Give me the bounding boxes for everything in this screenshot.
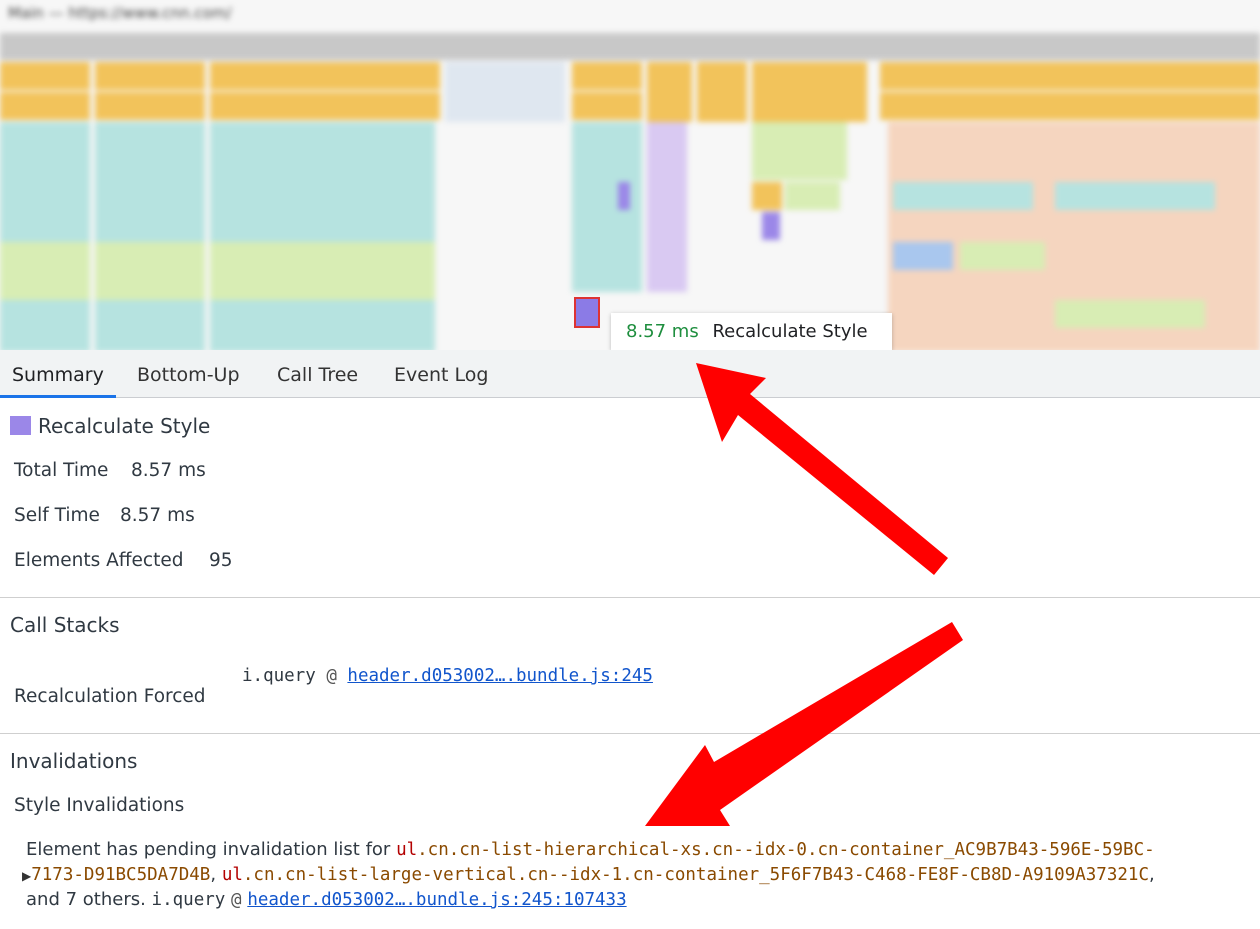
selector-2-classes: .cn.cn-list-large-vertical.cn--idx-1.cn-… (242, 865, 1149, 885)
invalidation-line-2: ▶7173-D91BC5DA7D4B, ul.cn.cn-list-large-… (22, 864, 1155, 885)
flame-block (572, 62, 642, 90)
recalculation-forced-label: Recalculation Forced (14, 686, 206, 707)
self-time-value: 8.57 ms (120, 505, 195, 526)
invalidation-line-3: and 7 others. i.query @ header.d053002….… (26, 889, 627, 910)
call-stacks-heading: Call Stacks (10, 613, 120, 637)
invalidation-function: i.query (151, 890, 226, 910)
tooltip-event-name: Recalculate Style (712, 321, 868, 342)
invalidation-at: @ (231, 890, 242, 910)
flame-block (893, 242, 953, 270)
flame-block (1055, 182, 1215, 210)
tab-summary[interactable]: Summary (0, 350, 116, 398)
tab-call-tree[interactable]: Call Tree (277, 350, 358, 398)
invalidations-heading: Invalidations (10, 749, 138, 773)
divider (0, 733, 1260, 734)
selected-recalculate-style-block[interactable] (574, 297, 600, 328)
divider (0, 597, 1260, 598)
elements-affected-label: Elements Affected (14, 550, 184, 571)
flame-block (210, 242, 435, 300)
thread-title: Main — https://www.cnn.com/ (8, 4, 232, 22)
flame-block (752, 182, 782, 210)
flame-block (752, 122, 847, 180)
tab-event-log[interactable]: Event Log (394, 350, 488, 398)
selector-1-classes-cont: 7173-D91BC5DA7D4B (31, 865, 211, 885)
call-stack-source-link[interactable]: header.d053002….bundle.js:245 (347, 666, 653, 686)
flame-block (572, 92, 642, 120)
flame-block (960, 242, 1045, 270)
flame-block (95, 242, 205, 300)
total-time-value: 8.57 ms (131, 460, 206, 481)
flame-block (647, 122, 687, 292)
flame-block (697, 62, 747, 122)
flame-tooltip: 8.57 ms Recalculate Style (611, 313, 892, 350)
flame-chart-blurred: Main — https://www.cnn.com/ (0, 0, 1260, 350)
flame-block (445, 62, 565, 122)
self-time-label: Self Time (14, 505, 100, 526)
separator-comma: , (1148, 864, 1155, 885)
flame-block (647, 62, 692, 122)
separator-comma: , (210, 864, 222, 885)
tooltip-duration: 8.57 ms (626, 321, 699, 342)
flame-block (785, 182, 840, 210)
flame-block (210, 62, 440, 90)
call-stack-frame: i.query @ header.d053002….bundle.js:245 (242, 666, 653, 686)
flame-block (0, 242, 90, 300)
selector-1-tag: ul (396, 840, 418, 860)
flame-block (95, 92, 205, 120)
invalidation-source-link[interactable]: header.d053002….bundle.js:245:107433 (247, 890, 626, 910)
selector-1-classes: .cn.cn-list-hierarchical-xs.cn--idx-0.cn… (417, 840, 1155, 860)
elements-affected-value: 95 (209, 550, 233, 571)
style-invalidations-heading: Style Invalidations (14, 795, 185, 816)
flame-block (95, 62, 205, 90)
call-stack-function: i.query (242, 666, 316, 686)
flame-block (0, 62, 90, 90)
flame-block (618, 182, 630, 210)
flame-block (572, 122, 642, 292)
invalidation-line-1: Element has pending invalidation list fo… (26, 839, 1155, 860)
invalidation-suffix: and 7 others. (26, 889, 146, 910)
flame-block (762, 212, 780, 240)
flame-block (0, 122, 90, 350)
details-tab-bar: Summary Bottom-Up Call Tree Event Log (0, 350, 1260, 398)
tab-bottom-up[interactable]: Bottom-Up (137, 350, 240, 398)
event-color-swatch (10, 416, 31, 435)
flame-block (893, 182, 1033, 210)
flame-block (1055, 300, 1205, 328)
expand-triangle-icon[interactable]: ▶ (22, 869, 31, 883)
total-time-label: Total Time (14, 460, 109, 481)
flame-block (0, 92, 90, 120)
task-row (0, 33, 1260, 60)
event-title: Recalculate Style (38, 414, 211, 438)
flame-chart[interactable]: Main — https://www.cnn.com/ 8.57 ms Reca… (0, 0, 1260, 350)
call-stack-at: @ (326, 666, 337, 686)
flame-block (752, 62, 867, 122)
selector-2-tag: ul (221, 865, 243, 885)
red-arrow-icon (645, 622, 963, 826)
flame-block (880, 92, 1260, 120)
flame-block (210, 122, 435, 350)
flame-block (210, 92, 440, 120)
flame-block (95, 122, 205, 350)
flame-block (880, 62, 1260, 90)
invalidation-prefix: Element has pending invalidation list fo… (26, 839, 397, 860)
